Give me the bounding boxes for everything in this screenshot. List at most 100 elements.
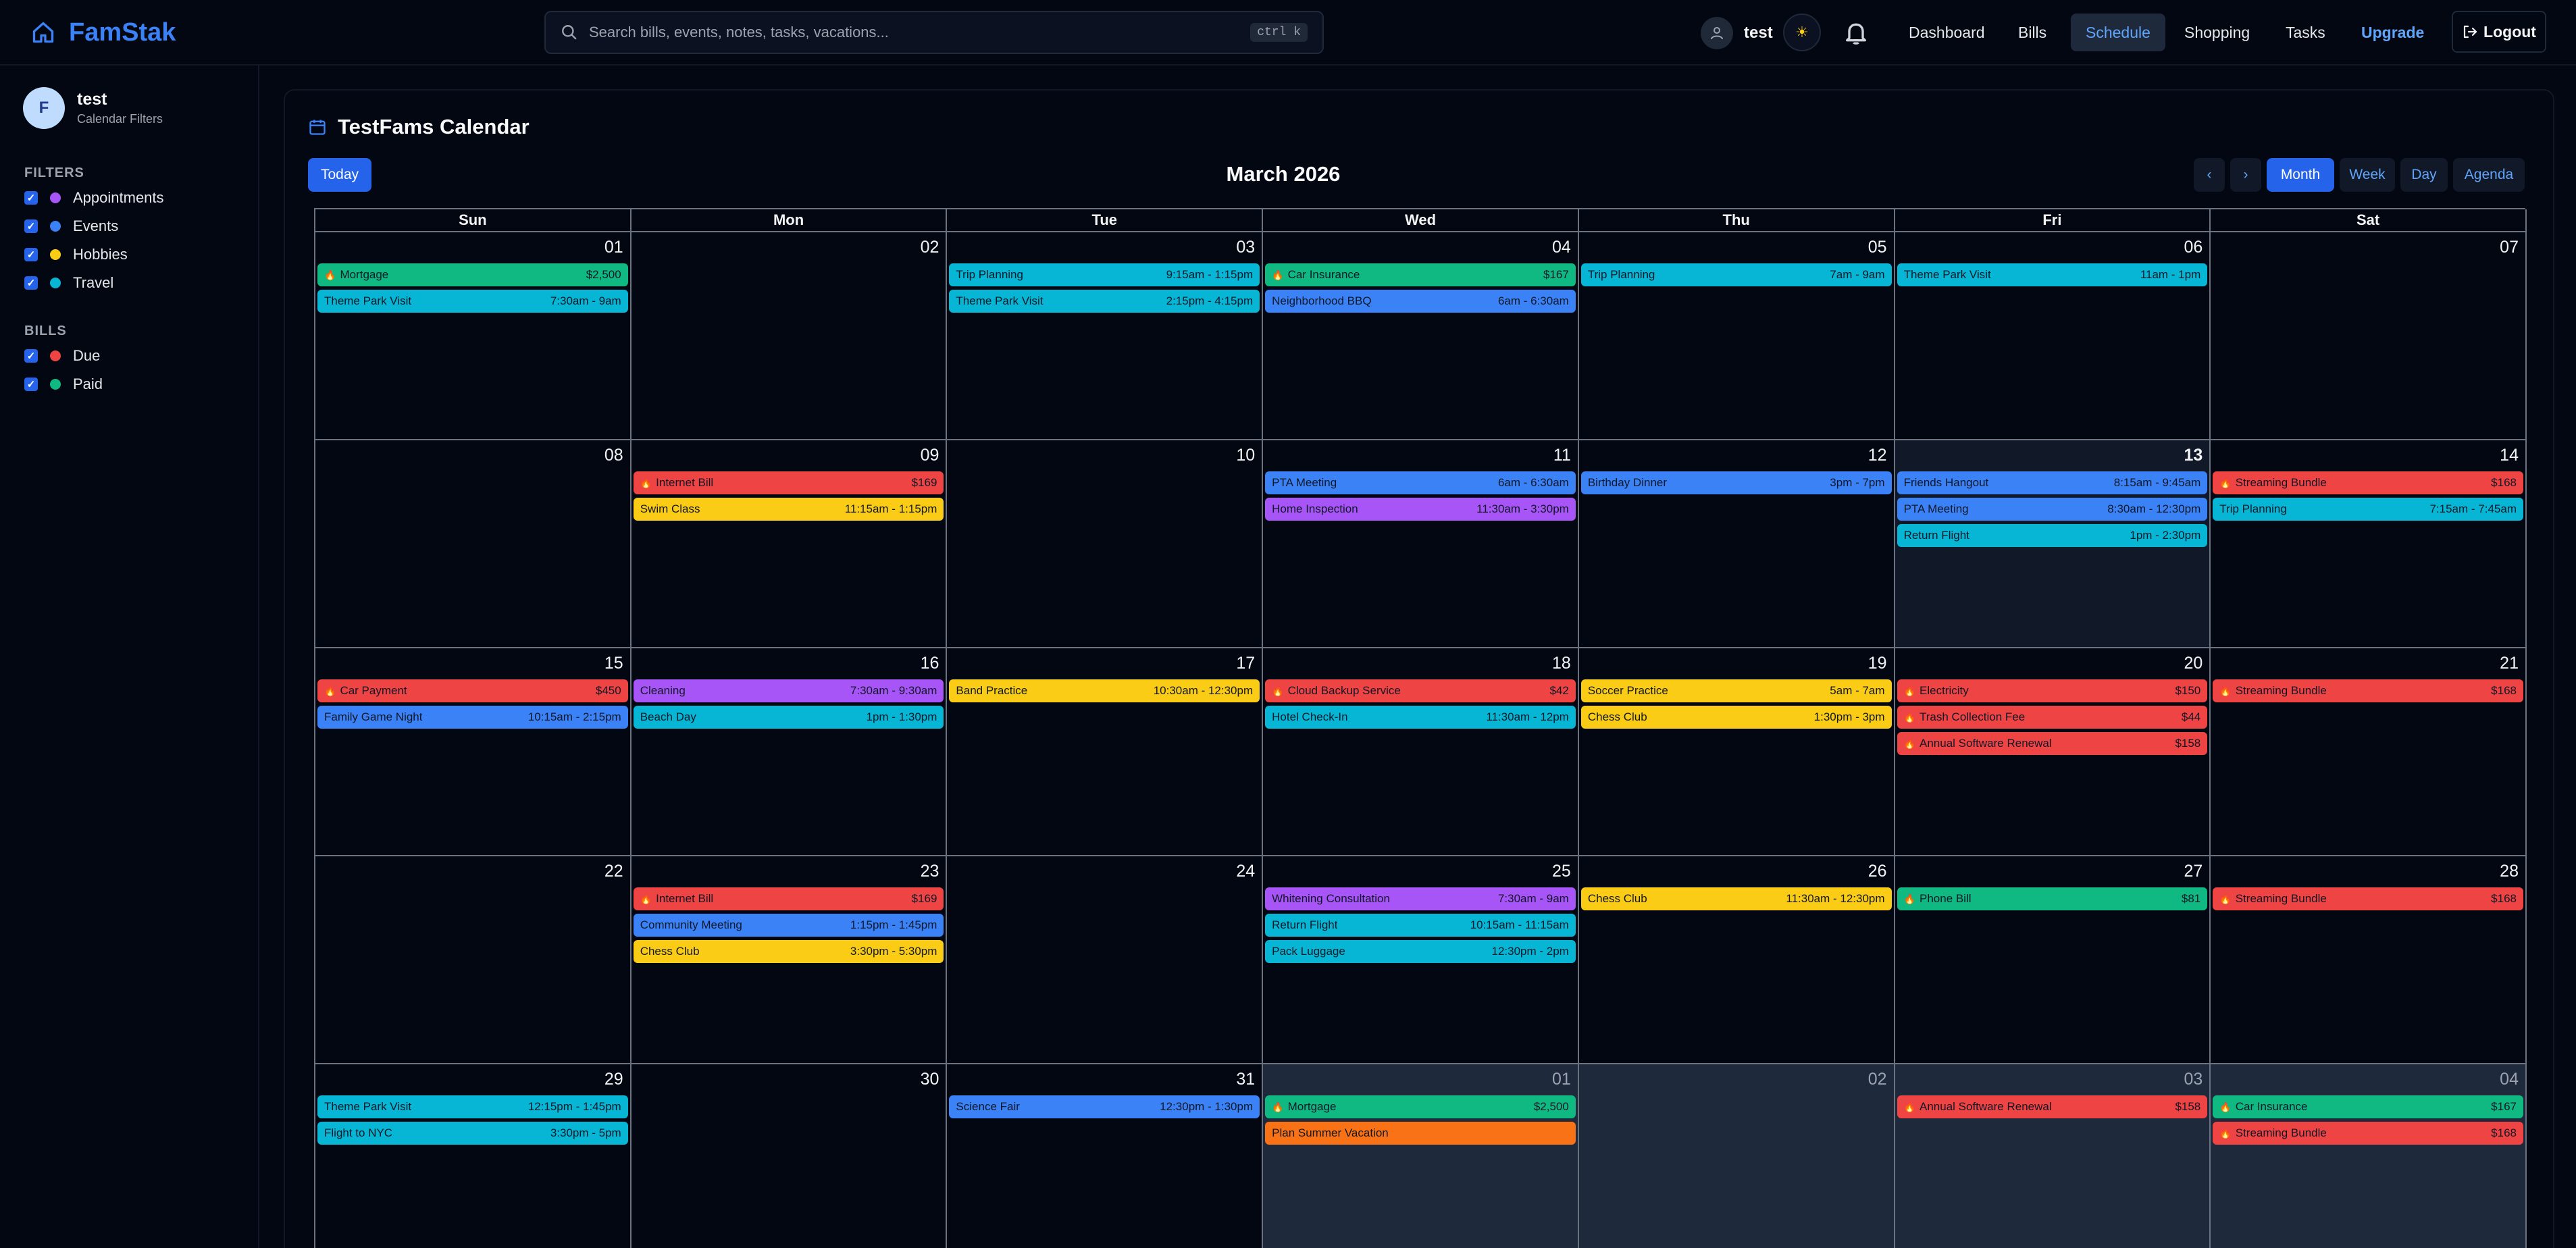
calendar-event[interactable]: Whitening Consultation 7:30am - 9am — [1265, 887, 1576, 910]
bill-event[interactable]: 🔥 Internet Bill $169 — [633, 887, 944, 910]
day-cell[interactable]: 19 Soccer Practice 5am - 7am Chess Club 1:30… — [1578, 648, 1895, 856]
day-cell[interactable]: 13 Friends Hangout 8:15am - 9:45am PTA Meet… — [1895, 440, 2211, 648]
day-number[interactable]: 03 — [1236, 238, 1255, 257]
day-cell[interactable]: 01 🔥 Mortgage $2,500 Theme Park Visit 7:30am … — [315, 232, 632, 440]
day-number[interactable]: 02 — [921, 238, 939, 257]
calendar-event[interactable]: Trip Planning 7:15am - 7:45am — [2213, 498, 2523, 521]
filter-item-appointments[interactable]: ✓ Appointments — [24, 186, 164, 210]
day-number[interactable]: 03 — [2184, 1070, 2203, 1089]
filter-checkbox[interactable]: ✓ — [24, 219, 38, 233]
nav-upgrade[interactable]: Upgrade — [2346, 14, 2439, 51]
bill-event[interactable]: 🔥 Car Insurance $167 — [1265, 263, 1576, 286]
day-number[interactable]: 28 — [2500, 862, 2519, 881]
calendar-event[interactable]: Band Practice 10:30am - 12:30pm — [949, 679, 1260, 702]
filter-checkbox[interactable]: ✓ — [24, 191, 38, 205]
day-number[interactable]: 23 — [921, 862, 939, 881]
day-cell[interactable]: 18 🔥 Cloud Backup Service $42 Hotel Check-In… — [1263, 648, 1579, 856]
day-cell[interactable]: 09 🔥 Internet Bill $169 Swim Class 11:15am - … — [631, 440, 948, 648]
day-cell[interactable]: 28 🔥 Streaming Bundle $168 — [2211, 856, 2527, 1064]
calendar-event[interactable]: Theme Park Visit 7:30am - 9am — [317, 290, 628, 313]
day-number[interactable]: 07 — [2500, 238, 2519, 257]
nav-bills[interactable]: Bills — [2003, 14, 2061, 51]
view-day-button[interactable]: Day — [2400, 158, 2448, 192]
day-number[interactable]: 31 — [1236, 1070, 1255, 1089]
user-menu[interactable]: test — [1701, 15, 1773, 51]
day-number[interactable]: 20 — [2184, 654, 2203, 673]
day-cell[interactable]: 10 — [947, 440, 1264, 648]
calendar-event[interactable]: Chess Club 3:30pm - 5:30pm — [633, 940, 944, 963]
day-number[interactable]: 01 — [1552, 1070, 1571, 1089]
day-number[interactable]: 08 — [604, 446, 623, 465]
calendar-event[interactable]: Community Meeting 1:15pm - 1:45pm — [633, 914, 944, 937]
calendar-event[interactable]: Birthday Dinner 3pm - 7pm — [1580, 471, 1892, 494]
filter-item-due[interactable]: ✓ Due — [24, 344, 100, 368]
day-cell[interactable]: 03 Trip Planning 9:15am - 1:15pm Theme Park… — [947, 232, 1264, 440]
bill-event[interactable]: 🔥 Annual Software Renewal $158 — [1897, 732, 2208, 755]
day-number[interactable]: 12 — [1868, 446, 1887, 465]
nav-tasks[interactable]: Tasks — [2271, 14, 2340, 51]
day-number[interactable]: 13 — [2184, 446, 2203, 465]
day-number[interactable]: 22 — [604, 862, 623, 881]
calendar-event[interactable]: Return Flight 1pm - 2:30pm — [1897, 524, 2208, 547]
nav-dashboard[interactable]: Dashboard — [1894, 14, 2000, 51]
day-number[interactable]: 15 — [604, 654, 623, 673]
theme-toggle-button[interactable]: ☀ — [1783, 14, 1821, 51]
calendar-event[interactable]: Chess Club 1:30pm - 3pm — [1580, 706, 1892, 729]
calendar-event[interactable]: Plan Summer Vacation — [1265, 1122, 1576, 1145]
filter-checkbox[interactable]: ✓ — [24, 378, 38, 391]
bill-event[interactable]: 🔥 Internet Bill $169 — [633, 471, 944, 494]
filter-checkbox[interactable]: ✓ — [24, 248, 38, 261]
day-number[interactable]: 04 — [2500, 1070, 2519, 1089]
filter-item-events[interactable]: ✓ Events — [24, 214, 118, 238]
notification-bell-icon[interactable] — [1843, 18, 1870, 47]
day-number[interactable]: 02 — [1868, 1070, 1887, 1089]
calendar-event[interactable]: Friends Hangout 8:15am - 9:45am — [1897, 471, 2208, 494]
bill-event[interactable]: 🔥 Streaming Bundle $168 — [2213, 471, 2523, 494]
day-cell[interactable]: 20 🔥 Electricity $150 🔥 Trash Collection Fee $… — [1895, 648, 2211, 856]
calendar-event[interactable]: Cleaning 7:30am - 9:30am — [633, 679, 944, 702]
calendar-event[interactable]: Hotel Check-In 11:30am - 12pm — [1265, 706, 1576, 729]
view-week-button[interactable]: Week — [2340, 158, 2395, 192]
day-number[interactable]: 24 — [1236, 862, 1255, 881]
day-number[interactable]: 14 — [2500, 446, 2519, 465]
day-cell[interactable]: 01 🔥 Mortgage $2,500 Plan Summer Vacation — [1263, 1064, 1579, 1248]
next-month-button[interactable]: › — [2230, 158, 2261, 192]
day-cell[interactable]: 14 🔥 Streaming Bundle $168 Trip Planning 7:15… — [2211, 440, 2527, 648]
day-number[interactable]: 18 — [1552, 654, 1571, 673]
day-cell[interactable]: 03 🔥 Annual Software Renewal $158 — [1895, 1064, 2211, 1248]
filter-item-travel[interactable]: ✓ Travel — [24, 271, 113, 295]
calendar-event[interactable]: Chess Club 11:30am - 12:30pm — [1580, 887, 1892, 910]
bill-event[interactable]: 🔥 Streaming Bundle $168 — [2213, 887, 2523, 910]
day-cell[interactable]: 02 — [631, 232, 948, 440]
calendar-event[interactable]: Theme Park Visit 11am - 1pm — [1897, 263, 2208, 286]
bill-event[interactable]: 🔥 Trash Collection Fee $44 — [1897, 706, 2208, 729]
filter-item-paid[interactable]: ✓ Paid — [24, 372, 103, 396]
day-cell[interactable]: 04 🔥 Car Insurance $167 Neighborhood BBQ 6am … — [1263, 232, 1579, 440]
bill-event[interactable]: 🔥 Streaming Bundle $168 — [2213, 1122, 2523, 1145]
calendar-event[interactable]: Soccer Practice 5am - 7am — [1580, 679, 1892, 702]
day-cell[interactable]: 26 Chess Club 11:30am - 12:30pm — [1578, 856, 1895, 1064]
day-number[interactable]: 29 — [604, 1070, 623, 1089]
day-cell[interactable]: 16 Cleaning 7:30am - 9:30am Beach Day 1pm - … — [631, 648, 948, 856]
bill-event[interactable]: 🔥 Car Payment $450 — [317, 679, 628, 702]
day-number[interactable]: 27 — [2184, 862, 2203, 881]
nav-shopping[interactable]: Shopping — [2169, 14, 2265, 51]
bill-event[interactable]: 🔥 Annual Software Renewal $158 — [1897, 1095, 2208, 1118]
day-cell[interactable]: 07 — [2211, 232, 2527, 440]
calendar-event[interactable]: Theme Park Visit 12:15pm - 1:45pm — [317, 1095, 628, 1118]
calendar-event[interactable]: Home Inspection 11:30am - 3:30pm — [1265, 498, 1576, 521]
day-cell[interactable]: 17 Band Practice 10:30am - 12:30pm — [947, 648, 1264, 856]
day-number[interactable]: 05 — [1868, 238, 1887, 257]
day-cell[interactable]: 24 — [947, 856, 1264, 1064]
calendar-event[interactable]: PTA Meeting 6am - 6:30am — [1265, 471, 1576, 494]
day-cell[interactable]: 12 Birthday Dinner 3pm - 7pm — [1578, 440, 1895, 648]
day-cell[interactable]: 25 Whitening Consultation 7:30am - 9am Retu… — [1263, 856, 1579, 1064]
day-cell[interactable]: 15 🔥 Car Payment $450 Family Game Night 10:15… — [315, 648, 632, 856]
view-month-button[interactable]: Month — [2267, 158, 2334, 192]
bill-event[interactable]: 🔥 Car Insurance $167 — [2213, 1095, 2523, 1118]
bill-event[interactable]: 🔥 Phone Bill $81 — [1897, 887, 2208, 910]
brand-link[interactable]: FamStak — [31, 16, 176, 49]
day-cell[interactable]: 23 🔥 Internet Bill $169 Community Meeting 1:1… — [631, 856, 948, 1064]
day-number[interactable]: 10 — [1236, 446, 1255, 465]
day-cell[interactable]: 29 Theme Park Visit 12:15pm - 1:45pm Flight… — [315, 1064, 632, 1248]
